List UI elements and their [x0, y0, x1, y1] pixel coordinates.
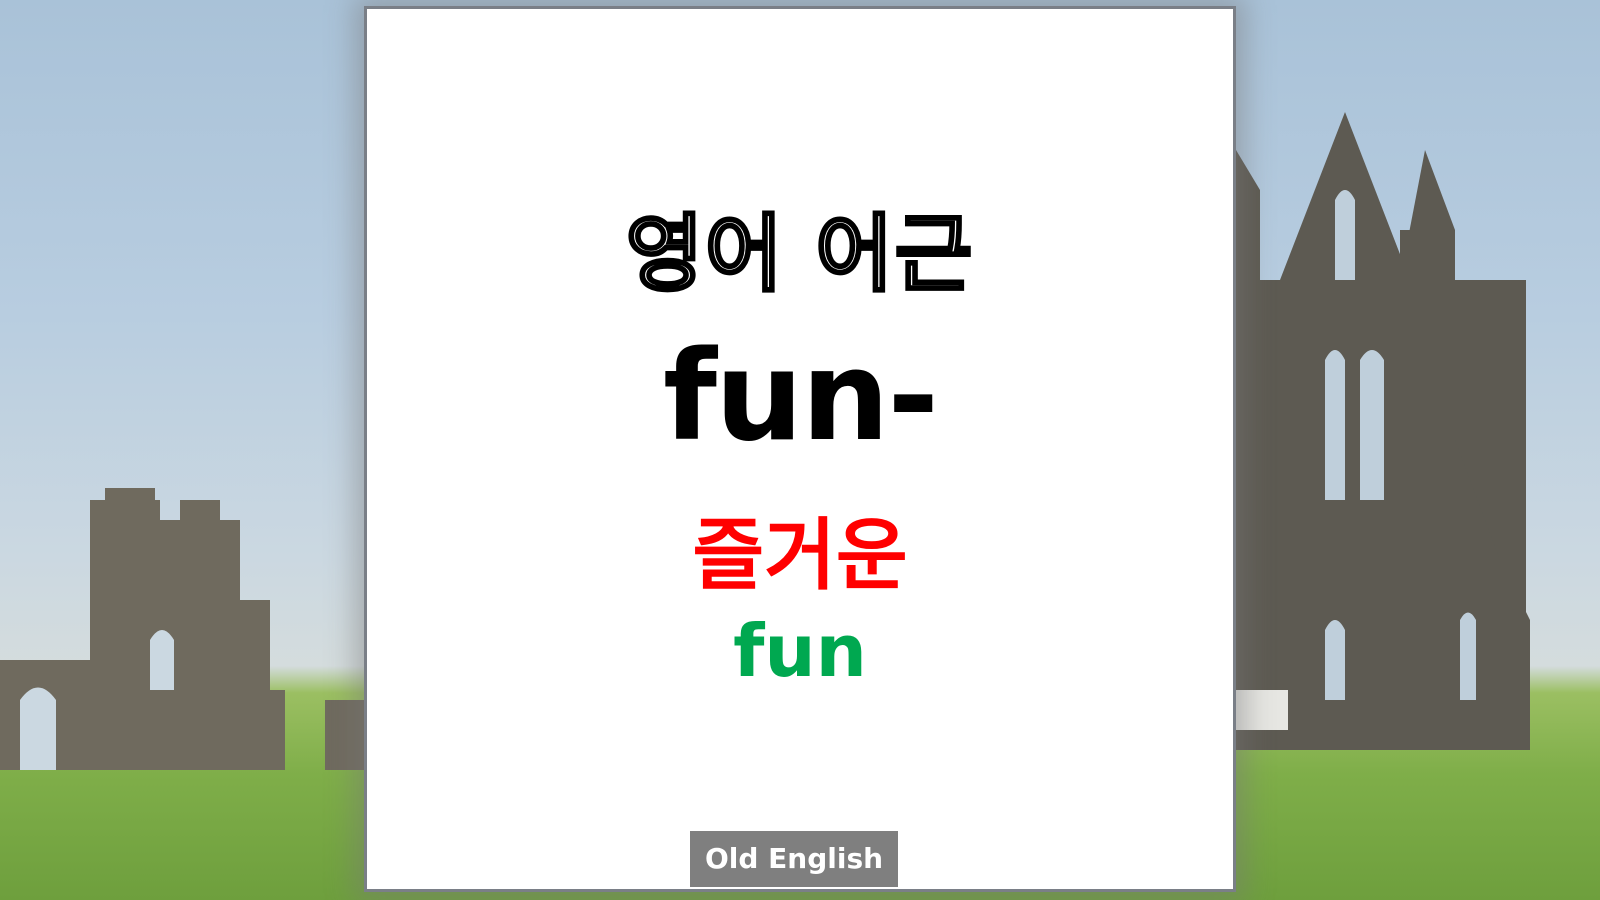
slide-title: 영어 어근	[624, 204, 975, 305]
slide-card: 영어 어근 fun- 즐거운 fun Old English	[364, 6, 1236, 892]
root-meaning: 즐거운	[692, 511, 908, 601]
origin-tag: Old English	[690, 831, 898, 887]
example-word: fun	[733, 609, 867, 693]
root-word: fun-	[663, 325, 939, 469]
parked-vehicle	[1236, 690, 1288, 730]
